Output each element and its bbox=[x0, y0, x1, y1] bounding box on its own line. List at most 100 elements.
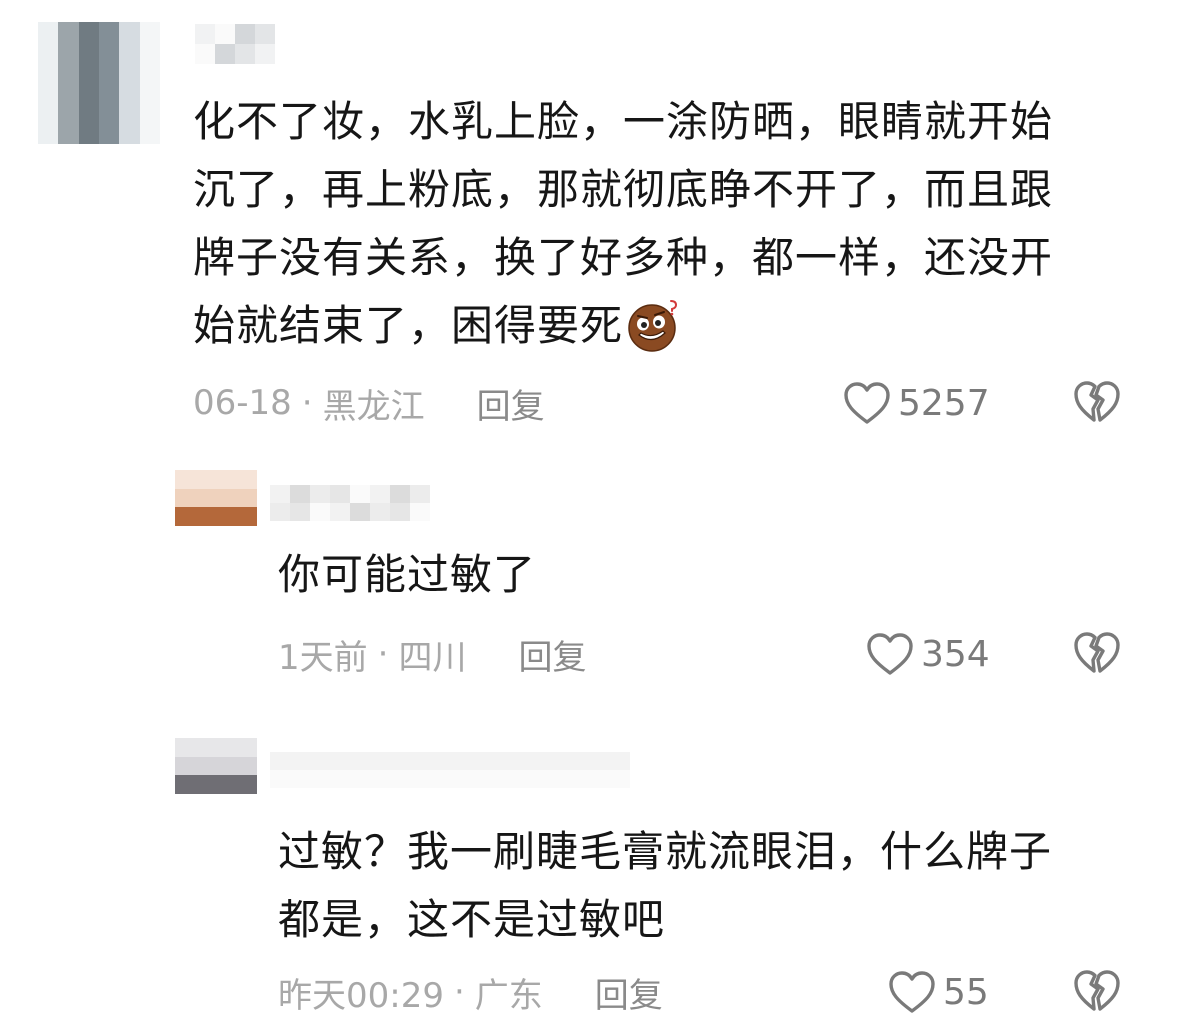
like-button[interactable]: 354 bbox=[865, 629, 990, 679]
comment-date: 06-18 bbox=[193, 383, 292, 423]
mosaic-pixel bbox=[195, 44, 215, 64]
mosaic-pixel bbox=[78, 22, 99, 43]
mosaic-pixel bbox=[207, 507, 225, 526]
comment-date: 1天前 bbox=[278, 637, 368, 678]
mosaic-pixel bbox=[99, 42, 120, 63]
like-count: 55 bbox=[943, 971, 989, 1013]
mosaic-pixel bbox=[38, 103, 59, 124]
mosaic-pixel bbox=[235, 24, 255, 44]
comment-line: 过敏？我一刷睫毛膏就流眼泪，什么牌子 bbox=[278, 827, 1053, 876]
username-blurred[interactable] bbox=[195, 24, 275, 64]
mosaic-pixel bbox=[390, 752, 410, 770]
mosaic-pixel bbox=[590, 752, 610, 770]
comment-line: 都是，这不是过敏吧 bbox=[278, 895, 666, 944]
mosaic-pixel bbox=[410, 770, 430, 788]
comment-date: 昨天00:29 bbox=[278, 975, 444, 1016]
mosaic-pixel bbox=[119, 42, 140, 63]
mosaic-pixel bbox=[119, 123, 140, 144]
broken-heart-icon bbox=[1074, 970, 1120, 1011]
mosaic-pixel bbox=[370, 485, 390, 503]
mosaic-pixel bbox=[224, 756, 241, 776]
mosaic-pixel bbox=[175, 488, 192, 508]
mosaic-pixel bbox=[119, 83, 140, 104]
mosaic-pixel bbox=[235, 44, 255, 64]
mosaic-pixel bbox=[350, 770, 370, 788]
reply-button[interactable]: 回复 bbox=[518, 630, 586, 679]
comment-line: 你可能过敏了 bbox=[278, 550, 537, 599]
mosaic-pixel bbox=[175, 738, 192, 757]
mosaic-pixel bbox=[510, 770, 530, 788]
mosaic-pixel bbox=[139, 22, 160, 43]
mosaic-pixel bbox=[191, 775, 208, 794]
username-blurred[interactable] bbox=[270, 485, 430, 521]
like-button[interactable]: 55 bbox=[887, 967, 989, 1017]
mosaic-pixel bbox=[58, 42, 79, 63]
mosaic-pixel bbox=[370, 770, 390, 788]
mosaic-pixel bbox=[370, 503, 390, 521]
mosaic-pixel bbox=[390, 503, 410, 521]
mosaic-pixel bbox=[175, 470, 192, 489]
mosaic-pixel bbox=[410, 752, 430, 770]
mosaic-pixel bbox=[207, 756, 225, 776]
like-count: 354 bbox=[921, 633, 990, 675]
mosaic-pixel bbox=[350, 503, 370, 521]
mosaic-pixel bbox=[310, 770, 330, 788]
mosaic-pixel bbox=[390, 485, 410, 503]
mosaic-pixel bbox=[191, 488, 208, 508]
mosaic-pixel bbox=[224, 775, 241, 794]
mosaic-pixel bbox=[207, 470, 225, 489]
broken-heart-icon bbox=[1074, 381, 1120, 422]
mosaic-pixel bbox=[207, 488, 225, 508]
comment-text: 过敏？我一刷睫毛膏就流眼泪，什么牌子 都是，这不是过敏吧 bbox=[278, 818, 1052, 954]
mosaic-pixel bbox=[38, 83, 59, 104]
mosaic-pixel bbox=[570, 770, 590, 788]
avatar[interactable] bbox=[175, 738, 257, 794]
username-blurred[interactable] bbox=[270, 752, 630, 788]
comment-line: 化不了妆，水乳上脸，一涂防晒，眼睛就开始 bbox=[193, 97, 1054, 146]
mosaic-pixel bbox=[139, 42, 160, 63]
mosaic-pixel bbox=[270, 752, 290, 770]
mosaic-pixel bbox=[270, 503, 290, 521]
mosaic-pixel bbox=[290, 485, 310, 503]
mosaic-pixel bbox=[175, 775, 192, 794]
mosaic-pixel bbox=[430, 752, 450, 770]
mosaic-pixel bbox=[99, 62, 120, 83]
mosaic-pixel bbox=[610, 770, 630, 788]
mosaic-pixel bbox=[224, 470, 241, 489]
comment-meta: 1天前 · 四川 回复 bbox=[278, 629, 586, 679]
mosaic-pixel bbox=[270, 485, 290, 503]
like-button[interactable]: 5257 bbox=[842, 378, 990, 428]
reply-button[interactable]: 回复 bbox=[595, 968, 663, 1017]
mosaic-pixel bbox=[38, 123, 59, 144]
mosaic-pixel bbox=[58, 62, 79, 83]
dislike-button[interactable] bbox=[1072, 376, 1122, 426]
mosaic-pixel bbox=[390, 770, 410, 788]
comment-meta: 昨天00:29 · 广东 回复 bbox=[278, 967, 663, 1017]
mosaic-pixel bbox=[224, 488, 241, 508]
mosaic-pixel bbox=[430, 770, 450, 788]
mosaic-pixel bbox=[78, 62, 99, 83]
mosaic-pixel bbox=[175, 756, 192, 776]
mosaic-pixel bbox=[99, 123, 120, 144]
mosaic-pixel bbox=[550, 752, 570, 770]
mosaic-pixel bbox=[195, 24, 215, 44]
mosaic-pixel bbox=[450, 770, 470, 788]
mosaic-pixel bbox=[191, 507, 208, 526]
dislike-button[interactable] bbox=[1072, 627, 1122, 677]
mosaic-pixel bbox=[240, 738, 257, 757]
dislike-button[interactable] bbox=[1072, 965, 1122, 1015]
reply-button[interactable]: 回复 bbox=[477, 379, 545, 428]
mosaic-pixel bbox=[58, 123, 79, 144]
mosaic-pixel bbox=[119, 62, 140, 83]
mosaic-pixel bbox=[78, 103, 99, 124]
avatar[interactable] bbox=[175, 470, 257, 526]
avatar[interactable] bbox=[38, 22, 160, 144]
mosaic-pixel bbox=[510, 752, 530, 770]
mosaic-pixel bbox=[38, 22, 59, 43]
mosaic-pixel bbox=[590, 770, 610, 788]
meta-separator: · bbox=[453, 972, 465, 1012]
mosaic-pixel bbox=[139, 103, 160, 124]
mosaic-pixel bbox=[58, 103, 79, 124]
mosaic-pixel bbox=[255, 44, 275, 64]
mosaic-pixel bbox=[330, 503, 350, 521]
